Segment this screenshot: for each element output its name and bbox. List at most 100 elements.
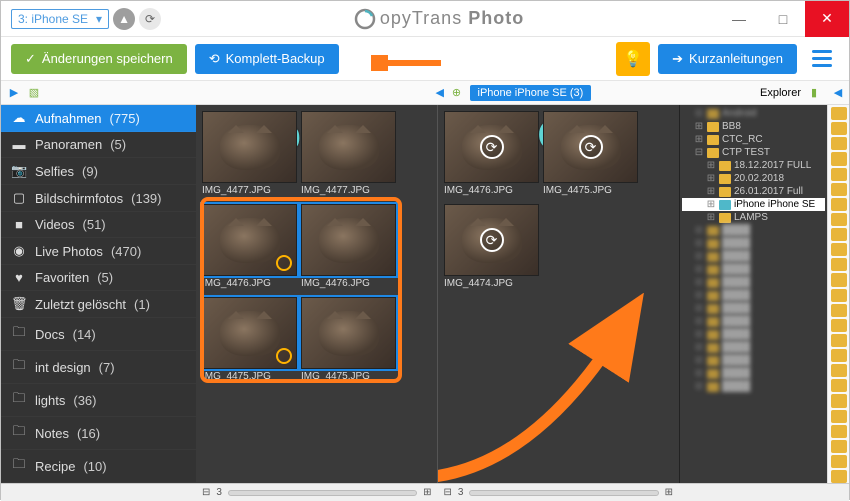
tree-twisty-icon[interactable]: ⊞ bbox=[694, 342, 704, 353]
rail-folder-icon[interactable] bbox=[831, 470, 847, 483]
rail-folder-icon[interactable] bbox=[831, 228, 847, 241]
guides-button[interactable]: ➔ Kurzanleitungen bbox=[658, 44, 797, 74]
thumbnail[interactable]: ⟳IMG_4475.JPG bbox=[543, 111, 638, 200]
rail-folder-icon[interactable] bbox=[831, 152, 847, 165]
thumbnail[interactable]: IMG_4477.JPG bbox=[202, 111, 297, 200]
rail-folder-icon[interactable] bbox=[831, 183, 847, 196]
rail-folder-icon[interactable] bbox=[831, 198, 847, 211]
close-button[interactable]: ✕ bbox=[805, 1, 849, 37]
thumbnail[interactable]: ⟳IMG_4476.JPG bbox=[444, 111, 539, 200]
tree-twisty-icon[interactable]: ⊞ bbox=[694, 303, 704, 314]
sidebar-item-bildschirmfotos[interactable]: ▢Bildschirmfotos (139) bbox=[1, 185, 196, 212]
zoom-slider-left[interactable] bbox=[228, 490, 417, 496]
tree-twisty-icon[interactable]: ⊞ bbox=[694, 134, 704, 145]
rail-folder-icon[interactable] bbox=[831, 410, 847, 423]
full-backup-button[interactable]: ⟲ Komplett-Backup bbox=[195, 44, 339, 74]
tree-node[interactable]: ⊟CTP TEST bbox=[682, 146, 825, 159]
sidebar-item-favoriten[interactable]: ♥Favoriten (5) bbox=[1, 265, 196, 291]
rail-folder-icon[interactable] bbox=[831, 379, 847, 392]
tree-node[interactable]: ⊞████ bbox=[682, 315, 825, 328]
tree-node[interactable]: ⊞████ bbox=[682, 302, 825, 315]
tree-node[interactable]: ⊞LAMPS bbox=[682, 211, 825, 224]
maximize-button[interactable]: □ bbox=[761, 1, 805, 37]
save-changes-button[interactable]: ✓ Änderungen speichern bbox=[11, 44, 187, 74]
tree-node[interactable]: ⊞████ bbox=[682, 354, 825, 367]
tree-twisty-icon[interactable]: ⊞ bbox=[694, 238, 704, 249]
rail-folder-icon[interactable] bbox=[831, 319, 847, 332]
rail-folder-icon[interactable] bbox=[831, 304, 847, 317]
rail-folder-icon[interactable] bbox=[831, 364, 847, 377]
thumbnail[interactable]: IMG_4475.JPG bbox=[202, 297, 297, 386]
sidebar-item-int-design[interactable]: 🗀int design (7) bbox=[1, 351, 196, 384]
tree-twisty-icon[interactable]: ⊞ bbox=[694, 277, 704, 288]
tree-node[interactable]: ⊞Android bbox=[682, 107, 825, 120]
rail-folder-icon[interactable] bbox=[831, 122, 847, 135]
zoom-out-icon[interactable]: ⊟ bbox=[444, 487, 452, 498]
thumbnail[interactable]: IMG_4476.JPG bbox=[202, 204, 297, 293]
device-dropdown[interactable]: 3: iPhone SE bbox=[11, 9, 109, 29]
rail-folder-icon[interactable] bbox=[831, 394, 847, 407]
rail-folder-icon[interactable] bbox=[831, 243, 847, 256]
rail-folder-icon[interactable] bbox=[831, 455, 847, 468]
tree-node[interactable]: ⊞26.01.2017 Full bbox=[682, 185, 825, 198]
sidebar-item-videos[interactable]: ■Videos (51) bbox=[1, 212, 196, 238]
eject-icon[interactable]: ▲ bbox=[113, 8, 135, 30]
tree-twisty-icon[interactable]: ⊞ bbox=[706, 186, 716, 197]
tree-node[interactable]: ⊞████ bbox=[682, 263, 825, 276]
rail-folder-icon[interactable] bbox=[831, 289, 847, 302]
tree-node[interactable]: ⊞████ bbox=[682, 237, 825, 250]
tree-node[interactable]: ⊞████ bbox=[682, 276, 825, 289]
tree-node[interactable]: ⊞████ bbox=[682, 250, 825, 263]
tree-twisty-icon[interactable]: ⊞ bbox=[694, 316, 704, 327]
play-icon[interactable]: ▶ bbox=[7, 86, 21, 100]
tree-node[interactable]: ⊞████ bbox=[682, 341, 825, 354]
tree-twisty-icon[interactable]: ⊞ bbox=[694, 121, 704, 132]
tree-twisty-icon[interactable]: ⊞ bbox=[706, 173, 716, 184]
tree-node[interactable]: ⊞████ bbox=[682, 367, 825, 380]
tree-node[interactable]: ⊞████ bbox=[682, 380, 825, 393]
folder-icon[interactable]: ▮ bbox=[807, 86, 821, 100]
zoom-slider-right[interactable] bbox=[469, 490, 658, 496]
tree-node[interactable]: ⊞████ bbox=[682, 224, 825, 237]
tree-twisty-icon[interactable]: ⊞ bbox=[706, 199, 716, 210]
rail-folder-icon[interactable] bbox=[831, 334, 847, 347]
collapse-right-icon[interactable]: ◀ bbox=[833, 86, 843, 100]
tree-twisty-icon[interactable]: ⊞ bbox=[706, 212, 716, 223]
breadcrumb[interactable]: iPhone iPhone SE (3) bbox=[470, 85, 592, 101]
zoom-in-icon[interactable]: ⊞ bbox=[423, 487, 431, 498]
sidebar-item-live-photos[interactable]: ◉Live Photos (470) bbox=[1, 238, 196, 265]
thumbnail[interactable]: IMG_4477.JPG bbox=[301, 111, 396, 200]
tree-twisty-icon[interactable]: ⊞ bbox=[694, 381, 704, 392]
tree-node[interactable]: ⊞20.02.2018 bbox=[682, 172, 825, 185]
rail-folder-icon[interactable] bbox=[831, 273, 847, 286]
tree-node[interactable]: ⊞BB8 bbox=[682, 120, 825, 133]
refresh-icon[interactable]: ⟳ bbox=[139, 8, 161, 30]
tree-twisty-icon[interactable]: ⊞ bbox=[694, 108, 704, 119]
rail-folder-icon[interactable] bbox=[831, 440, 847, 453]
rail-folder-icon[interactable] bbox=[831, 137, 847, 150]
rail-folder-icon[interactable] bbox=[831, 168, 847, 181]
menu-button[interactable] bbox=[805, 42, 839, 76]
rail-folder-icon[interactable] bbox=[831, 107, 847, 120]
tree-twisty-icon[interactable]: ⊞ bbox=[694, 329, 704, 340]
tree-node[interactable]: ⊞████ bbox=[682, 289, 825, 302]
tree-twisty-icon[interactable]: ⊞ bbox=[694, 251, 704, 262]
tree-node[interactable]: ⊞████ bbox=[682, 328, 825, 341]
tree-twisty-icon[interactable]: ⊞ bbox=[694, 368, 704, 379]
sidebar-item-aufnahmen[interactable]: ☁Aufnahmen (775) bbox=[1, 105, 196, 132]
rail-folder-icon[interactable] bbox=[831, 425, 847, 438]
tree-twisty-icon[interactable]: ⊞ bbox=[694, 355, 704, 366]
tree-twisty-icon[interactable]: ⊞ bbox=[694, 264, 704, 275]
sidebar-item-notes[interactable]: 🗀Notes (16) bbox=[1, 417, 196, 450]
zoom-in-icon[interactable]: ⊞ bbox=[665, 487, 673, 498]
rail-folder-icon[interactable] bbox=[831, 258, 847, 271]
sidebar-item-lights[interactable]: 🗀lights (36) bbox=[1, 384, 196, 417]
sidebar-item-panoramen[interactable]: ▬Panoramen (5) bbox=[1, 132, 196, 158]
hint-button[interactable]: 💡 bbox=[616, 42, 650, 76]
tree-twisty-icon[interactable]: ⊞ bbox=[694, 290, 704, 301]
thumbnail[interactable]: IMG_4475.JPG bbox=[301, 297, 396, 386]
tree-node[interactable]: ⊞iPhone iPhone SE bbox=[682, 198, 825, 211]
add-icon[interactable]: ⊕ bbox=[450, 86, 464, 100]
zoom-out-icon[interactable]: ⊟ bbox=[202, 487, 210, 498]
sidebar-item-docs[interactable]: 🗀Docs (14) bbox=[1, 318, 196, 351]
